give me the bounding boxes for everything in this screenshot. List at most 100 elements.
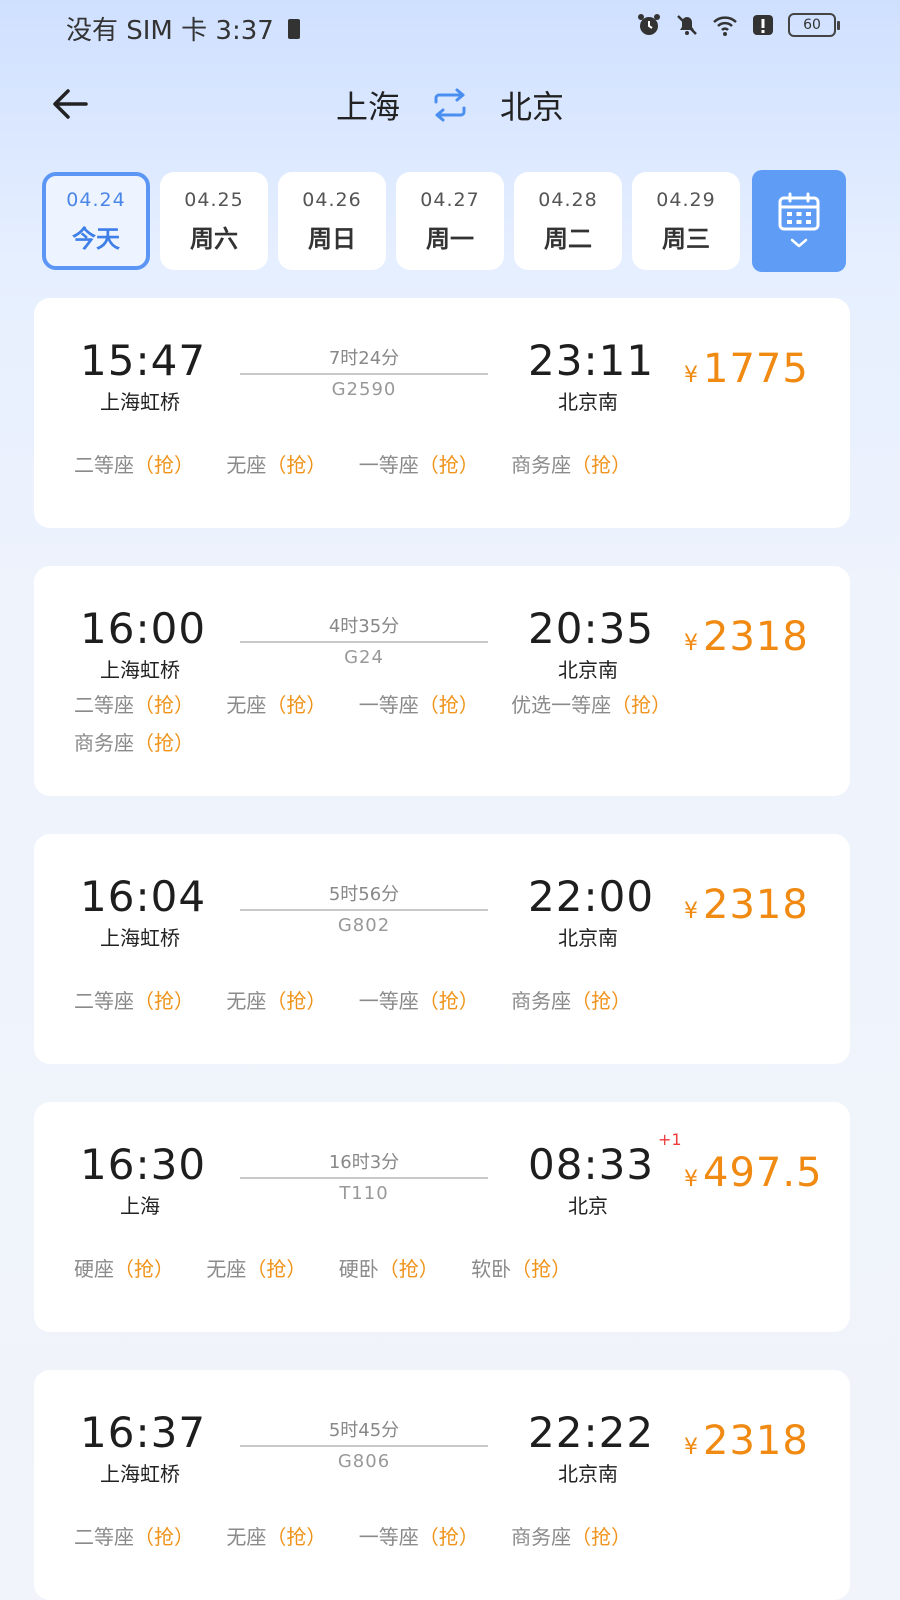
grab-tag: （抢）	[571, 453, 632, 477]
train-number: G24	[344, 647, 384, 668]
arrival-station: 北京南	[558, 1462, 618, 1486]
seat-option[interactable]: 二等座（抢）	[74, 982, 194, 1020]
arrival-time: 23:11	[528, 336, 655, 385]
currency-symbol: ¥	[684, 363, 699, 388]
seat-option[interactable]: 一等座（抢）	[359, 982, 479, 1020]
train-card-g24[interactable]: 16:00 上海虹桥 4时35分 G24 20:35 北京南 ¥2318 二等座…	[34, 566, 850, 796]
grab-tag: （抢）	[418, 989, 479, 1013]
seat-option[interactable]: 商务座（抢）	[74, 724, 194, 762]
route-line	[240, 909, 488, 911]
train-card-g802[interactable]: 16:04 上海虹桥 5时56分 G802 22:00 北京南 ¥2318 二等…	[34, 834, 850, 1064]
seat-option[interactable]: 一等座（抢）	[359, 1518, 479, 1556]
trip-info: 5时56分 G802	[240, 880, 488, 936]
grab-tag: （抢）	[418, 1525, 479, 1549]
price: ¥497.5	[684, 1150, 823, 1196]
grab-tag: （抢）	[134, 989, 194, 1013]
date-tab-0427[interactable]: 04.27 周一	[396, 172, 504, 270]
date-tab-0429[interactable]: 04.29 周三	[632, 172, 740, 270]
date-tab-0426[interactable]: 04.26 周日	[278, 172, 386, 270]
date-tab-date: 04.27	[420, 188, 480, 211]
swap-icon[interactable]	[430, 88, 470, 122]
date-tab-date: 04.29	[656, 188, 716, 211]
trip-info: 4时35分 G24	[240, 612, 488, 668]
date-tab-0424[interactable]: 04.24 今天	[42, 172, 150, 270]
seat-option[interactable]: 无座（抢）	[206, 1250, 306, 1288]
date-selector: 04.24 今天 04.25 周六 04.26 周日 04.27 周一 04.2…	[42, 170, 862, 272]
grab-tag: （抢）	[418, 693, 479, 717]
seat-type: 商务座	[511, 1525, 572, 1549]
seat-option[interactable]: 一等座（抢）	[359, 686, 479, 724]
duration: 5时56分	[328, 884, 400, 905]
chevron-down-icon	[790, 238, 808, 248]
grab-tag: （抢）	[246, 1257, 307, 1281]
seat-option[interactable]: 二等座（抢）	[74, 446, 194, 484]
seat-type: 软卧	[471, 1257, 512, 1281]
seat-option[interactable]: 无座（抢）	[226, 1518, 326, 1556]
trip-info: 7时24分 G2590	[240, 344, 488, 400]
duration: 16时3分	[328, 1152, 400, 1173]
status-carrier-time: 没有 SIM 卡 3:37	[66, 10, 300, 47]
grab-tag: （抢）	[571, 989, 632, 1013]
seat-option[interactable]: 商务座（抢）	[511, 446, 631, 484]
wifi-icon	[713, 16, 737, 36]
seat-option[interactable]: 商务座（抢）	[511, 1518, 631, 1556]
arrival-station: 北京南	[558, 390, 618, 414]
seat-type: 优选一等座	[511, 693, 612, 717]
seat-type: 一等座	[358, 989, 419, 1013]
price: ¥2318	[684, 1418, 809, 1464]
battery-level: 60	[803, 17, 821, 33]
train-card-g806[interactable]: 16:37 上海虹桥 5时45分 G806 22:22 北京南 ¥2318 二等…	[34, 1370, 850, 1600]
route-title: 上海 北京	[0, 82, 900, 128]
seat-type: 无座	[206, 1257, 247, 1281]
train-number: G2590	[331, 379, 397, 400]
seat-type: 商务座	[511, 989, 572, 1013]
seat-type: 一等座	[358, 693, 419, 717]
seat-option[interactable]: 商务座（抢）	[511, 982, 631, 1020]
seat-type: 一等座	[358, 453, 419, 477]
seat-option[interactable]: 无座（抢）	[226, 686, 326, 724]
train-number: G802	[337, 915, 391, 936]
train-number: G806	[337, 1451, 391, 1472]
destination-city[interactable]: 北京	[500, 82, 564, 128]
seat-option[interactable]: 优选一等座（抢）	[511, 686, 671, 724]
seat-type: 二等座	[74, 1525, 134, 1549]
seat-type: 无座	[226, 693, 267, 717]
seat-type: 商务座	[74, 731, 134, 755]
route-line	[240, 373, 488, 375]
date-tab-weekday: 周二	[544, 224, 592, 253]
grab-tag: （抢）	[266, 989, 327, 1013]
alarm-icon	[638, 14, 660, 35]
date-tab-weekday: 周日	[308, 224, 356, 253]
calendar-button[interactable]	[752, 170, 846, 272]
grab-tag: （抢）	[114, 1257, 174, 1281]
battery-icon: 60	[788, 13, 840, 37]
price-value: 2318	[703, 614, 809, 660]
departure-station: 上海虹桥	[100, 926, 180, 950]
price: ¥2318	[684, 882, 809, 928]
seat-option[interactable]: 一等座（抢）	[359, 446, 479, 484]
route-line	[240, 1445, 488, 1447]
grab-tag: （抢）	[511, 1257, 572, 1281]
seat-option[interactable]: 硬卧（抢）	[339, 1250, 439, 1288]
grab-tag: （抢）	[378, 1257, 439, 1281]
seat-option[interactable]: 软卧（抢）	[471, 1250, 571, 1288]
mute-bell-icon	[677, 15, 697, 35]
seat-option[interactable]: 二等座（抢）	[74, 686, 194, 724]
origin-city[interactable]: 上海	[336, 82, 400, 128]
seat-option[interactable]: 二等座（抢）	[74, 1518, 194, 1556]
grab-tag: （抢）	[134, 693, 194, 717]
duration: 5时45分	[328, 1420, 400, 1441]
date-tab-weekday: 周三	[662, 224, 710, 253]
arrival-time: 20:35	[528, 604, 655, 653]
seat-option[interactable]: 无座（抢）	[226, 982, 326, 1020]
train-number: T110	[339, 1183, 389, 1204]
train-card-g2590[interactable]: 15:47 上海虹桥 7时24分 G2590 23:11 北京南 ¥1775 二…	[34, 298, 850, 528]
date-tab-0425[interactable]: 04.25 周六	[160, 172, 268, 270]
route-line	[240, 1177, 488, 1179]
date-tab-0428[interactable]: 04.28 周二	[514, 172, 622, 270]
seat-option[interactable]: 硬座（抢）	[74, 1250, 174, 1288]
train-card-t110[interactable]: 16:30 上海 16时3分 T110 08:33 +1 北京 ¥497.5 硬…	[34, 1102, 850, 1332]
seat-list: 二等座（抢） 无座（抢） 一等座（抢） 优选一等座（抢） 商务座（抢）	[74, 686, 794, 762]
seat-option[interactable]: 无座（抢）	[226, 446, 326, 484]
grab-tag: （抢）	[571, 1525, 632, 1549]
